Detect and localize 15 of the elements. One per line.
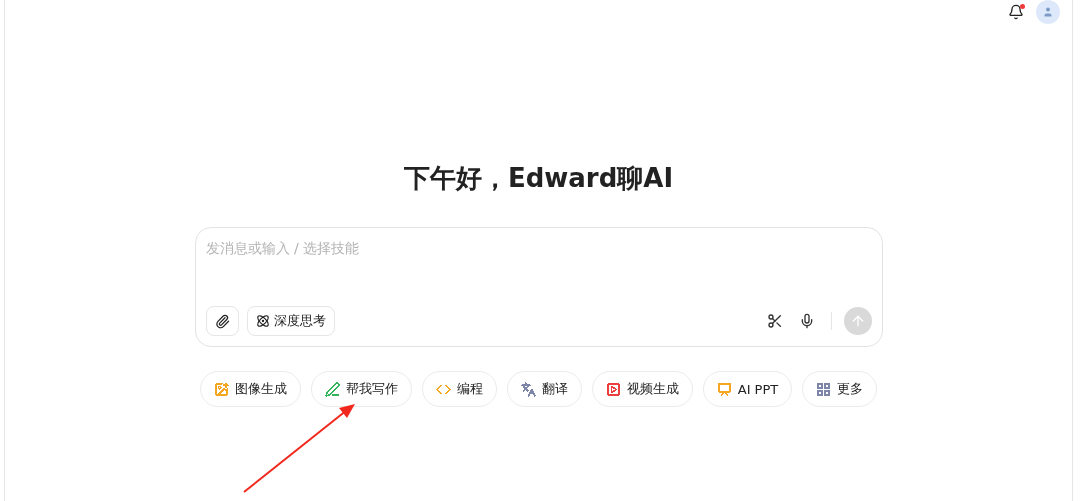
skill-chip[interactable]: 更多 xyxy=(802,371,878,407)
atom-icon xyxy=(255,314,270,328)
skill-chip[interactable]: 翻译 xyxy=(506,371,582,407)
deep-think-button[interactable]: 深度思考 xyxy=(246,306,335,336)
person-icon xyxy=(1042,6,1054,18)
greeting-title: 下午好，Edward聊AI xyxy=(403,162,674,195)
skill-chip[interactable]: 编程 xyxy=(421,371,497,407)
skill-chip[interactable]: 图像生成 xyxy=(199,371,301,407)
avatar-button[interactable] xyxy=(1036,0,1060,24)
skill-chip[interactable]: AI PPT xyxy=(702,371,793,407)
notification-button[interactable] xyxy=(1008,4,1024,20)
attach-button[interactable] xyxy=(205,306,239,336)
skill-chip[interactable]: 帮我写作 xyxy=(310,371,412,407)
skill-chip[interactable]: 视频生成 xyxy=(591,371,693,407)
paperclip-icon xyxy=(214,313,230,329)
